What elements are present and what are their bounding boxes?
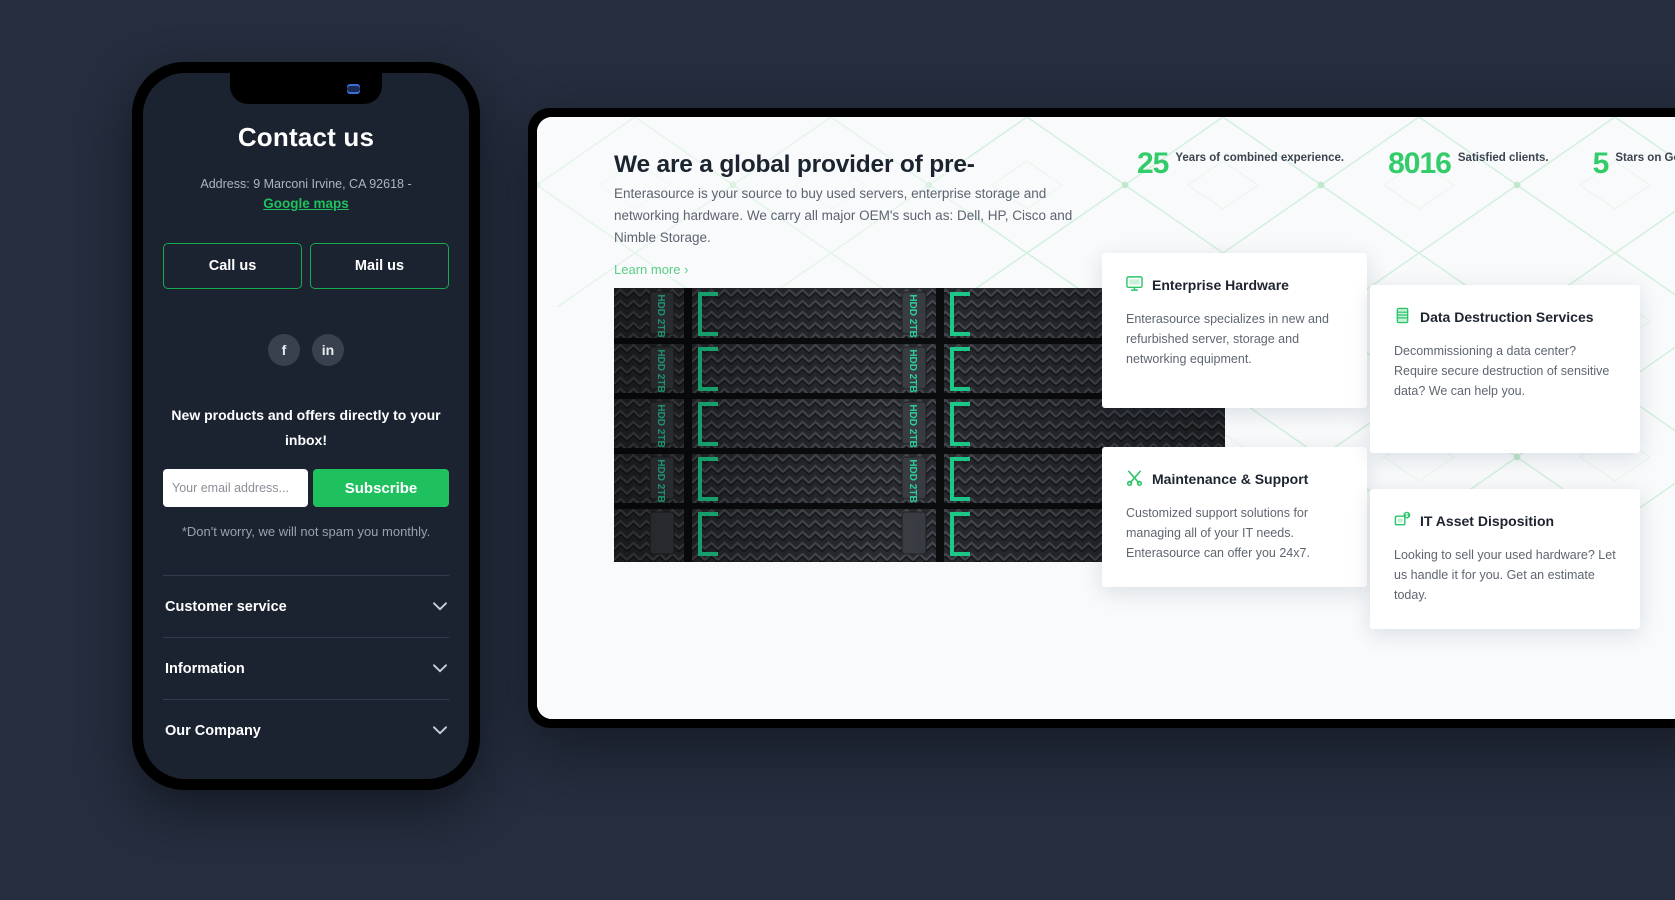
stats-row: 25 Years of combined experience. 8016 Sa… bbox=[1137, 149, 1675, 179]
stat-number: 8016 bbox=[1388, 147, 1452, 180]
phone-mockup: Contact us Address: 9 Marconi Irvine, CA… bbox=[132, 62, 480, 790]
accordion-label: Information bbox=[165, 660, 245, 677]
desktop-mockup: We are a global provider of pre- Enteras… bbox=[528, 108, 1675, 728]
service-card-body: Looking to sell your used hardware? Let … bbox=[1394, 548, 1616, 602]
front-camera-icon bbox=[347, 84, 360, 94]
asset-value-icon: $ bbox=[1394, 511, 1411, 528]
service-card-title: Data Destruction Services bbox=[1420, 309, 1594, 325]
stat-label: Stars on Google Business Reviews bbox=[1615, 152, 1675, 164]
accordion-item-information[interactable]: Information bbox=[163, 637, 449, 699]
learn-more-link[interactable]: Learn more › bbox=[614, 262, 688, 277]
page-title: We are a global provider of pre- bbox=[614, 151, 975, 178]
chevron-down-icon bbox=[433, 723, 447, 738]
address-text: Address: 9 Marconi Irvine, CA 92618 - bbox=[200, 177, 412, 191]
service-card-title: Enterprise Hardware bbox=[1152, 277, 1289, 293]
server-stack-icon bbox=[1394, 307, 1411, 324]
spam-disclaimer: *Don't worry, we will not spam you month… bbox=[181, 524, 431, 539]
service-card-it-asset-disposition[interactable]: $ IT Asset Disposition Looking to sell y… bbox=[1370, 489, 1640, 629]
accordion-label: Customer service bbox=[165, 598, 287, 615]
stat-google-reviews: 5 Stars on Google Business Reviews bbox=[1593, 149, 1675, 179]
google-maps-link[interactable]: Google maps bbox=[263, 196, 349, 211]
contact-heading: Contact us bbox=[237, 122, 375, 152]
accordion-item-customer-service[interactable]: Customer service bbox=[163, 575, 449, 637]
mail-us-button[interactable]: Mail us bbox=[310, 243, 449, 289]
stat-label: Years of combined experience. bbox=[1175, 152, 1345, 164]
service-card-body: Decommissioning a data center? Require s… bbox=[1394, 344, 1610, 398]
service-card-body: Enterasource specializes in new and refu… bbox=[1126, 312, 1329, 366]
stat-years-experience: 25 Years of combined experience. bbox=[1137, 149, 1344, 179]
svg-text:$: $ bbox=[1405, 513, 1408, 519]
accordion-item-our-company[interactable]: Our Company bbox=[163, 699, 449, 761]
tools-icon bbox=[1126, 469, 1143, 486]
facebook-icon[interactable]: f bbox=[268, 334, 300, 366]
monitor-icon bbox=[1126, 275, 1143, 292]
hero-block: We are a global provider of pre- Enteras… bbox=[614, 149, 1114, 279]
stat-number: 5 bbox=[1592, 147, 1610, 180]
newsletter-headline: New products and offers directly to your… bbox=[171, 407, 441, 448]
phone-screen: Contact us Address: 9 Marconi Irvine, CA… bbox=[143, 73, 469, 779]
stat-label: Satisfied clients. bbox=[1457, 152, 1549, 164]
desktop-screen: We are a global provider of pre- Enteras… bbox=[537, 117, 1675, 719]
call-us-button[interactable]: Call us bbox=[163, 243, 302, 289]
social-links: f in bbox=[163, 334, 449, 366]
phone-footer-content: Contact us Address: 9 Marconi Irvine, CA… bbox=[143, 73, 469, 779]
stat-satisfied-clients: 8016 Satisfied clients. bbox=[1388, 149, 1549, 179]
service-card-data-destruction[interactable]: Data Destruction Services Decommissionin… bbox=[1370, 285, 1640, 453]
stat-number: 25 bbox=[1137, 147, 1169, 180]
service-card-header: Enterprise Hardware bbox=[1126, 275, 1343, 295]
service-card-body: Customized support solutions for managin… bbox=[1126, 506, 1310, 560]
contact-button-row: Call us Mail us bbox=[163, 243, 449, 289]
phone-notch bbox=[230, 73, 382, 104]
service-card-header: Maintenance & Support bbox=[1126, 469, 1343, 489]
service-card-maintenance-support[interactable]: Maintenance & Support Customized support… bbox=[1102, 447, 1367, 587]
email-input[interactable] bbox=[163, 469, 308, 507]
chevron-down-icon bbox=[433, 661, 447, 676]
linkedin-icon[interactable]: in bbox=[312, 334, 344, 366]
service-card-enterprise-hardware[interactable]: Enterprise Hardware Enterasource special… bbox=[1102, 253, 1367, 408]
service-card-title: IT Asset Disposition bbox=[1420, 513, 1555, 529]
chevron-down-icon bbox=[433, 599, 447, 614]
newsletter-form: Subscribe bbox=[163, 469, 449, 507]
accordion-label: Our Company bbox=[165, 722, 261, 739]
service-card-title: Maintenance & Support bbox=[1152, 471, 1309, 487]
service-card-header: Data Destruction Services bbox=[1394, 307, 1616, 327]
hero-paragraph: Enterasource is your source to buy used … bbox=[614, 186, 1073, 245]
service-card-header: $ IT Asset Disposition bbox=[1394, 511, 1616, 531]
subscribe-button[interactable]: Subscribe bbox=[313, 469, 449, 507]
footer-accordion: Customer service Information Our Company bbox=[163, 575, 449, 761]
